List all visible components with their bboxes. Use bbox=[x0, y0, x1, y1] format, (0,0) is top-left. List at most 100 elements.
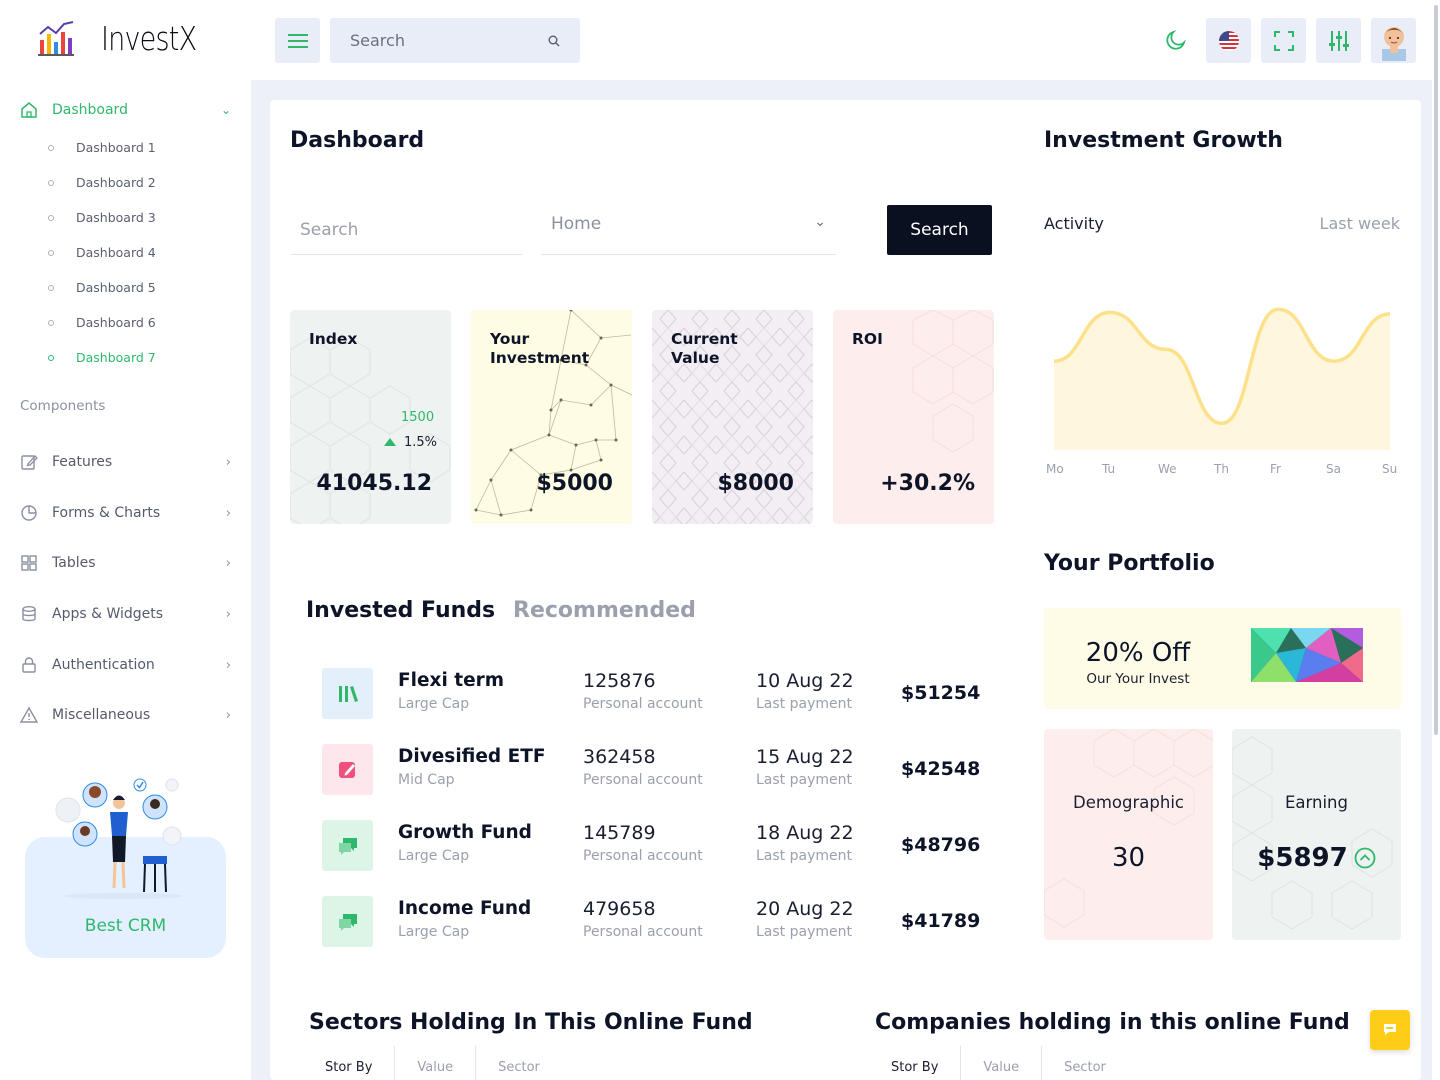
fund-category: Large Cap bbox=[398, 924, 470, 940]
sidebar-item-dashboard[interactable]: Dashboard ⌄ bbox=[0, 96, 251, 124]
bullet-icon bbox=[48, 354, 54, 361]
fund-icon-badge bbox=[322, 820, 373, 871]
sidebar-item-tables[interactable]: Tables › bbox=[0, 551, 251, 575]
fund-icon-badge bbox=[322, 896, 373, 947]
sidebar-item-authentication[interactable]: Authentication › bbox=[0, 653, 251, 677]
fund-date-label: Last payment bbox=[756, 924, 852, 940]
chart-x-tick-label: Mo bbox=[1046, 462, 1064, 476]
sidebar-item-label: Features bbox=[52, 454, 113, 470]
sidebar-item-features[interactable]: Features › bbox=[0, 450, 251, 474]
fullscreen-icon bbox=[1273, 30, 1294, 51]
components-heading: Components bbox=[20, 398, 106, 414]
tab-invested-funds[interactable]: Invested Funds bbox=[306, 598, 495, 623]
low-poly-art-image bbox=[1251, 628, 1363, 682]
arrow-up-circle-icon bbox=[1354, 847, 1376, 869]
edit-icon bbox=[21, 455, 38, 470]
scrollbar-thumb[interactable] bbox=[1434, 5, 1438, 735]
chevron-right-icon: › bbox=[225, 707, 231, 723]
demographic-label: Demographic bbox=[1073, 793, 1184, 812]
stat-card-current-value[interactable]: Current Value $8000 bbox=[652, 310, 813, 524]
search-placeholder: Search bbox=[350, 31, 405, 50]
chart-x-tick-label: Fr bbox=[1270, 462, 1281, 476]
moon-icon[interactable] bbox=[1164, 28, 1188, 52]
sectors-sort-bar: Stor By Value Sector bbox=[309, 1046, 562, 1080]
period-selector[interactable]: Last week bbox=[1320, 214, 1400, 233]
fund-name: Divesified ETF bbox=[398, 746, 546, 767]
sidebar-sub-item[interactable]: Dashboard 5 bbox=[0, 270, 251, 305]
stat-value: $5000 bbox=[536, 471, 613, 496]
sidebar-sub-item[interactable]: Dashboard 6 bbox=[0, 305, 251, 340]
earning-value: $5897 bbox=[1257, 843, 1348, 873]
sidebar-sub-item[interactable]: Dashboard 2 bbox=[0, 165, 251, 200]
sort-by-label[interactable]: Stor By bbox=[309, 1046, 396, 1080]
sidebar-item-forms-charts[interactable]: Forms & Charts › bbox=[0, 501, 251, 525]
fund-icon-badge bbox=[322, 744, 373, 795]
sort-value-button[interactable]: Value bbox=[961, 1046, 1043, 1080]
stat-value: 41045.12 bbox=[316, 471, 432, 496]
promo-discount: 20% Off bbox=[1085, 638, 1191, 668]
language-button[interactable] bbox=[1206, 18, 1251, 63]
portfolio-promo-card[interactable]: 20% Off Our Your Invest bbox=[1044, 608, 1401, 709]
chat-icon bbox=[338, 837, 357, 855]
fund-date: 18 Aug 22 bbox=[756, 822, 854, 844]
chevron-down-icon: ⌄ bbox=[220, 103, 231, 117]
sidebar-sub-item[interactable]: Dashboard 3 bbox=[0, 200, 251, 235]
fund-account-number: 125876 bbox=[583, 670, 656, 692]
fund-amount: $51254 bbox=[901, 682, 981, 704]
stat-card-index[interactable]: Index 1500 1.5% 41045.12 bbox=[290, 310, 451, 524]
sidebar-item-apps-widgets[interactable]: Apps & Widgets › bbox=[0, 602, 251, 626]
sidebar-sub-item[interactable]: Dashboard 4 bbox=[0, 235, 251, 270]
sidebar-sub-item-active[interactable]: Dashboard 7 bbox=[0, 340, 251, 375]
table-row[interactable]: Growth Fund Large Cap 145789 Personal ac… bbox=[322, 820, 982, 874]
sidebar-sub-item-label: Dashboard 5 bbox=[76, 280, 156, 295]
topbar: Search bbox=[251, 0, 1440, 80]
demographic-value: 30 bbox=[1111, 843, 1146, 873]
fund-name: Growth Fund bbox=[398, 822, 532, 843]
filter-category-select[interactable]: Home ⌄ bbox=[541, 206, 836, 255]
chart-x-tick-label: Su bbox=[1382, 462, 1398, 476]
sidebar-sub-item-label: Dashboard 1 bbox=[76, 140, 156, 155]
tab-recommended[interactable]: Recommended bbox=[513, 598, 696, 623]
fund-icon-badge bbox=[322, 668, 373, 719]
sort-sector-button[interactable]: Sector bbox=[1042, 1046, 1128, 1080]
top-search-input[interactable]: Search bbox=[330, 18, 580, 63]
companies-title: Companies holding in this online Fund bbox=[875, 1010, 1350, 1035]
sort-sector-button[interactable]: Sector bbox=[476, 1046, 562, 1080]
fund-account-type: Personal account bbox=[583, 924, 703, 940]
fund-account-number: 145789 bbox=[583, 822, 656, 844]
sort-value-button[interactable]: Value bbox=[395, 1046, 477, 1080]
chat-fab-button[interactable] bbox=[1370, 1010, 1410, 1050]
sidebar-item-label: Authentication bbox=[52, 657, 155, 673]
demographic-card[interactable]: Demographic 30 bbox=[1044, 729, 1213, 940]
menu-icon bbox=[287, 33, 308, 48]
bullet-icon bbox=[48, 179, 54, 186]
page-scrollbar[interactable] bbox=[1432, 0, 1440, 1080]
stat-label: ROI bbox=[852, 330, 883, 348]
brand-logo[interactable]: InvestX bbox=[36, 18, 217, 58]
fund-date: 10 Aug 22 bbox=[756, 670, 854, 692]
table-row[interactable]: Divesified ETF Mid Cap 362458 Personal a… bbox=[322, 744, 982, 798]
fund-date: 20 Aug 22 bbox=[756, 898, 854, 920]
filter-search-button[interactable]: Search bbox=[887, 205, 992, 255]
settings-button[interactable] bbox=[1316, 18, 1361, 63]
page-title: Dashboard bbox=[290, 128, 425, 153]
investment-growth-chart bbox=[1053, 307, 1391, 450]
earning-label: Earning bbox=[1284, 793, 1348, 812]
fullscreen-button[interactable] bbox=[1261, 18, 1306, 63]
grid-icon bbox=[21, 555, 37, 571]
stat-card-roi[interactable]: ROI +30.2% bbox=[833, 310, 994, 524]
sort-by-label[interactable]: Stor By bbox=[875, 1046, 962, 1080]
sidebar-item-miscellaneous[interactable]: Miscellaneous › bbox=[0, 703, 251, 727]
table-row[interactable]: Income Fund Large Cap 479658 Personal ac… bbox=[322, 896, 982, 950]
user-avatar[interactable] bbox=[1371, 18, 1416, 63]
stat-card-investment[interactable]: Your Investment $5000 bbox=[471, 310, 632, 524]
chart-x-tick-label: We bbox=[1158, 462, 1177, 476]
sidebar-sub-item-label: Dashboard 7 bbox=[76, 350, 156, 365]
filter-search-input[interactable]: Search bbox=[291, 206, 522, 255]
menu-toggle-button[interactable] bbox=[275, 18, 320, 63]
chart-x-tick-label: Th bbox=[1214, 462, 1229, 476]
table-row[interactable]: Flexi term Large Cap 125876 Personal acc… bbox=[322, 668, 982, 722]
sidebar-sub-item[interactable]: Dashboard 1 bbox=[0, 130, 251, 165]
earning-card[interactable]: Earning $5897 bbox=[1232, 729, 1401, 940]
select-value: Home bbox=[551, 214, 602, 234]
